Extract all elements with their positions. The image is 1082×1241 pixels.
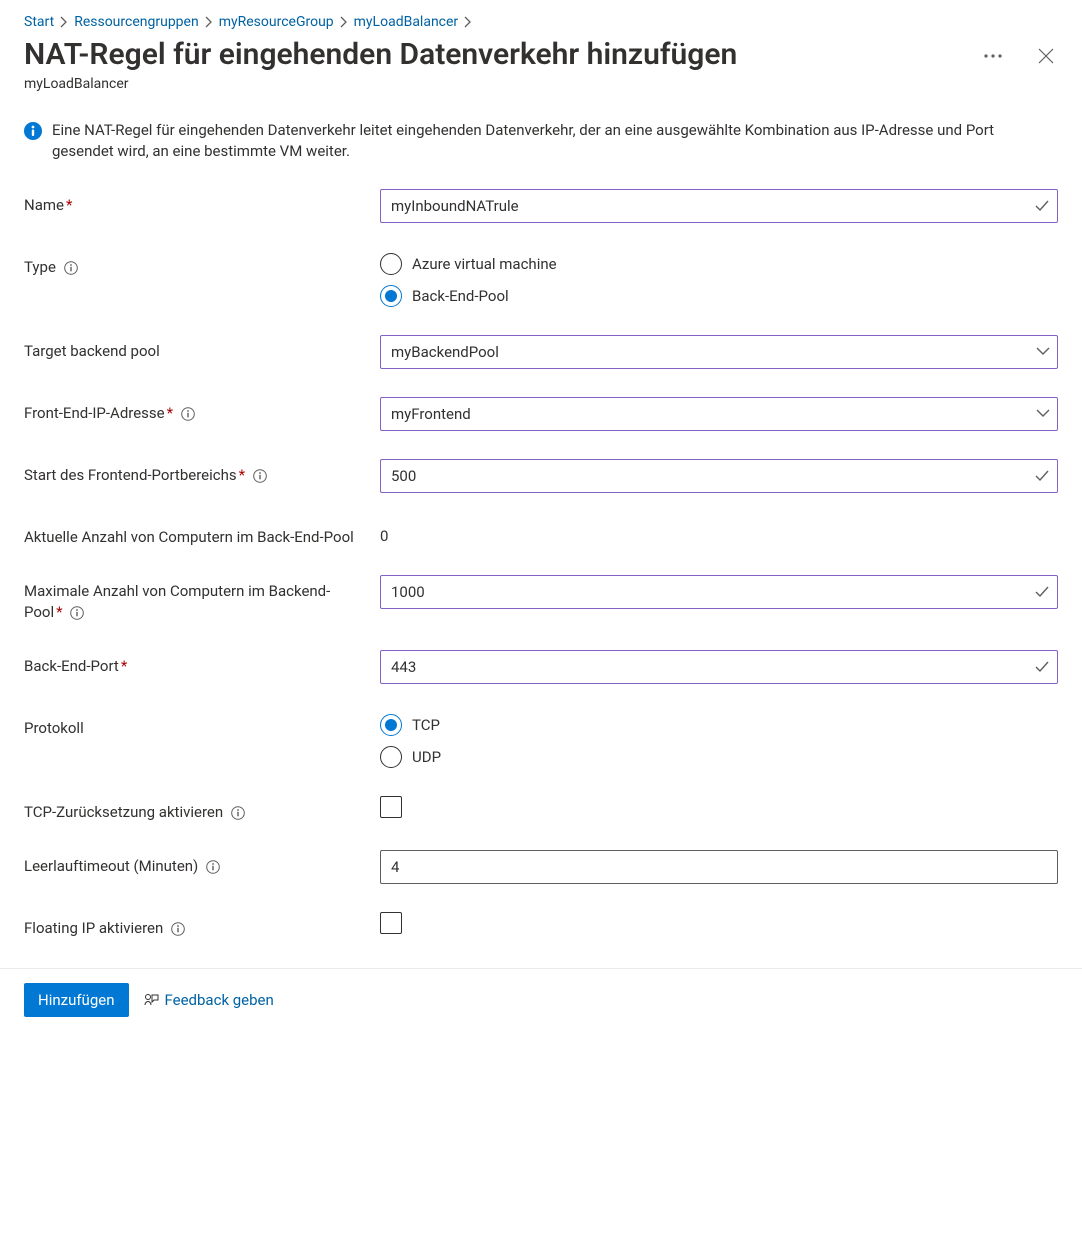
chevron-right-icon <box>464 16 472 28</box>
close-icon <box>1038 48 1054 64</box>
protocol-radio-group: TCP UDP <box>380 712 1058 768</box>
info-outline-icon[interactable] <box>206 860 220 874</box>
breadcrumb-item-myloadbalancer[interactable]: myLoadBalancer <box>354 14 459 30</box>
info-text: Eine NAT-Regel für eingehenden Datenverk… <box>52 120 1058 164</box>
feedback-link[interactable]: Feedback geben <box>143 991 274 1009</box>
info-outline-icon[interactable] <box>253 469 267 483</box>
chevron-right-icon <box>205 16 213 28</box>
label-target-backend-pool: Target backend pool <box>24 342 160 360</box>
radio-label: UDP <box>412 748 441 766</box>
max-machines-input[interactable] <box>380 575 1058 609</box>
info-outline-icon[interactable] <box>181 407 195 421</box>
info-outline-icon[interactable] <box>64 261 78 275</box>
page-title: NAT-Regel für eingehenden Datenverkehr h… <box>24 36 737 74</box>
footer: Hinzufügen Feedback geben <box>0 968 1082 1037</box>
label-tcp-reset: TCP-Zurücksetzung aktivieren <box>24 803 223 821</box>
breadcrumb-item-resourcegroups[interactable]: Ressourcengruppen <box>74 14 199 30</box>
info-outline-icon[interactable] <box>231 806 245 820</box>
add-button[interactable]: Hinzufügen <box>24 983 129 1017</box>
info-icon <box>24 122 42 140</box>
backend-port-input[interactable] <box>380 650 1058 684</box>
label-frontend-port-start: Start des Frontend-Portbereichs <box>24 466 237 484</box>
label-floating-ip: Floating IP aktivieren <box>24 919 163 937</box>
chevron-right-icon <box>340 16 348 28</box>
radio-label: Back-End-Pool <box>412 287 509 305</box>
label-protocol: Protokoll <box>24 719 84 737</box>
breadcrumb-item-myresourcegroup[interactable]: myResourceGroup <box>219 14 334 30</box>
info-banner: Eine NAT-Regel für eingehenden Datenverk… <box>24 120 1058 164</box>
page-subtitle: myLoadBalancer <box>24 76 1058 92</box>
more-button[interactable] <box>980 50 1006 62</box>
close-button[interactable] <box>1034 44 1058 68</box>
label-name: Name <box>24 196 64 214</box>
label-backend-port: Back-End-Port <box>24 657 119 675</box>
frontend-ip-select[interactable] <box>380 397 1058 431</box>
label-idle-timeout: Leerlauftimeout (Minuten) <box>24 857 198 875</box>
name-input[interactable] <box>380 189 1058 223</box>
tcp-reset-checkbox[interactable] <box>380 796 402 818</box>
radio-label: TCP <box>412 716 440 734</box>
radio-tcp[interactable]: TCP <box>380 714 1058 736</box>
frontend-port-start-input[interactable] <box>380 459 1058 493</box>
chevron-right-icon <box>60 16 68 28</box>
label-frontend-ip: Front-End-IP-Adresse <box>24 404 165 422</box>
ellipsis-icon <box>984 54 1002 58</box>
info-outline-icon[interactable] <box>70 606 84 620</box>
idle-timeout-input[interactable] <box>380 850 1058 884</box>
radio-label: Azure virtual machine <box>412 255 557 273</box>
label-current-machines: Aktuelle Anzahl von Computern im Back-En… <box>24 528 354 546</box>
target-backend-pool-select[interactable] <box>380 335 1058 369</box>
radio-udp[interactable]: UDP <box>380 746 1058 768</box>
radio-backend-pool[interactable]: Back-End-Pool <box>380 285 1058 307</box>
radio-azure-vm[interactable]: Azure virtual machine <box>380 253 1058 275</box>
breadcrumb-item-start[interactable]: Start <box>24 14 54 30</box>
floating-ip-checkbox[interactable] <box>380 912 402 934</box>
feedback-label: Feedback geben <box>165 991 274 1009</box>
feedback-icon <box>143 992 159 1008</box>
type-radio-group: Azure virtual machine Back-End-Pool <box>380 251 1058 307</box>
current-machines-value: 0 <box>380 521 1058 545</box>
label-type: Type <box>24 258 56 276</box>
breadcrumb: Start Ressourcengruppen myResourceGroup … <box>24 14 1058 30</box>
info-outline-icon[interactable] <box>171 922 185 936</box>
